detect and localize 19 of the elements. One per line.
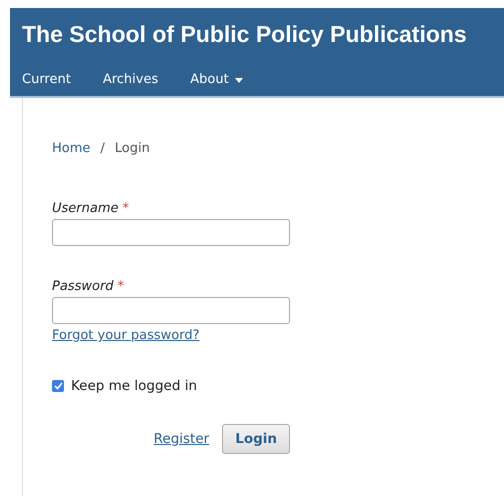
checkbox-label: Keep me logged in xyxy=(71,378,198,394)
breadcrumb-link[interactable]: Home xyxy=(52,140,90,158)
field-label: Password xyxy=(52,278,114,296)
nav-link[interactable]: About xyxy=(190,71,243,89)
register-link[interactable]: Register xyxy=(154,431,210,447)
nav-link[interactable]: Archives xyxy=(102,71,158,89)
breadcrumb-separator: / xyxy=(100,140,105,158)
nav-link[interactable]: Current xyxy=(22,71,71,89)
field-label: Username xyxy=(52,200,118,218)
required-mark: * xyxy=(122,200,129,218)
input-field[interactable] xyxy=(52,219,290,246)
forgot-password-link[interactable]: Forgot your password? xyxy=(52,327,200,345)
site-title: The School of Public Policy Publications xyxy=(22,20,468,48)
login-button[interactable]: Login xyxy=(222,424,290,454)
required-mark: * xyxy=(118,278,124,296)
checkbox[interactable] xyxy=(52,380,64,392)
input-field[interactable] xyxy=(52,297,290,324)
breadcrumb-current: Login xyxy=(114,140,150,158)
caret-icon xyxy=(234,78,243,82)
